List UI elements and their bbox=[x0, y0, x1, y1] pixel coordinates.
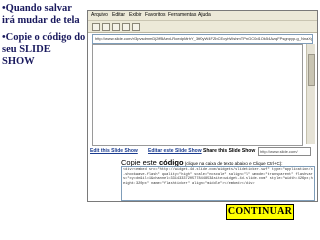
instruction-item: •Copie o código do seu SLIDE SHOW bbox=[2, 32, 86, 67]
instruction-item: •Quando salvar irá mudar de tela bbox=[2, 3, 80, 26]
menu-item-ajuda[interactable]: Ajuda bbox=[198, 12, 211, 18]
address-bar[interactable]: http://www.slide.com/r/3pvsdmmDj2ffBAexL… bbox=[92, 34, 313, 44]
menu-item-favoritos[interactable]: Favoritos bbox=[145, 12, 166, 18]
continue-button[interactable]: CONTINUAR bbox=[226, 204, 294, 220]
back-icon[interactable] bbox=[92, 23, 100, 31]
browser-screenshot: Arquivo Editar Exibir Favoritos Ferramen… bbox=[87, 10, 318, 202]
toolbar bbox=[88, 21, 317, 33]
forward-icon[interactable] bbox=[102, 23, 110, 31]
scrollbar[interactable] bbox=[306, 44, 315, 144]
instruction-list: •Quando salvar irá mudar de tela •Copie … bbox=[2, 3, 86, 73]
menu-item-arquivo[interactable]: Arquivo bbox=[91, 12, 108, 18]
home-icon[interactable] bbox=[132, 23, 140, 31]
refresh-icon[interactable] bbox=[122, 23, 130, 31]
scrollbar-thumb[interactable] bbox=[308, 54, 315, 86]
stop-icon[interactable] bbox=[112, 23, 120, 31]
edit-slideshow-link-left[interactable]: Edit this Slide Show bbox=[90, 148, 138, 154]
edit-slideshow-link[interactable]: Editar este Slide Show bbox=[148, 148, 202, 154]
link-row: Edit this Slide Show Editar este Slide S… bbox=[88, 147, 317, 157]
menu-item-exibir[interactable]: Exibir bbox=[129, 12, 142, 18]
share-label: Share this Slide Show bbox=[203, 148, 256, 154]
embed-code-textarea[interactable]: <div><embed src="http://widget-4d.slide.… bbox=[121, 166, 315, 201]
menu-item-ferramentas[interactable]: Ferramentas bbox=[168, 12, 196, 18]
menu-item-editar[interactable]: Editar bbox=[112, 12, 125, 18]
share-url-field[interactable]: http://www.slide.com/ bbox=[258, 147, 311, 156]
page-content bbox=[92, 44, 303, 146]
menu-bar: Arquivo Editar Exibir Favoritos Ferramen… bbox=[88, 11, 317, 21]
